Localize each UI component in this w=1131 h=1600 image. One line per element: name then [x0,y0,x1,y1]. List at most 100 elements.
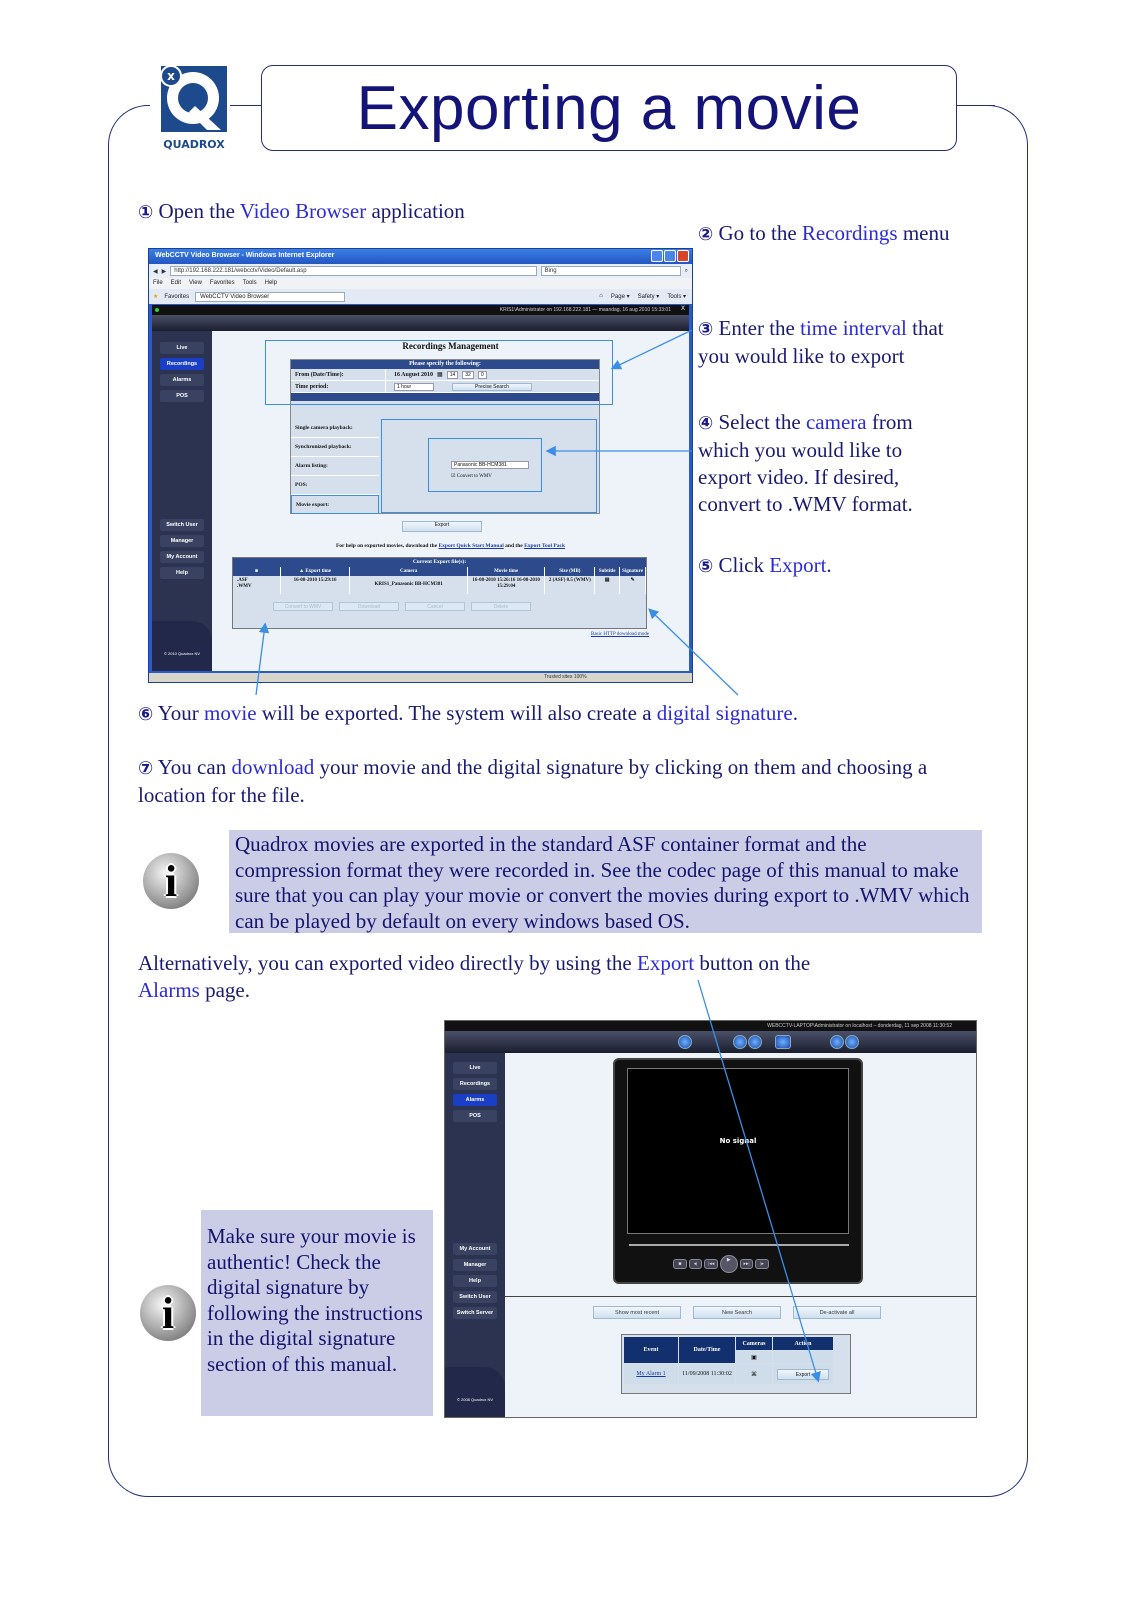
low-quality-icon[interactable] [830,1035,844,1049]
camera-icon[interactable]: ⌘ [736,1364,772,1384]
option-pos[interactable]: POS: [291,476,379,495]
option-movie-export[interactable]: Movie export: [291,495,379,514]
new-search-button[interactable]: New Search [693,1306,781,1319]
player-controls: ■ ◂| |◂◂ ▶ ▸▸| |▸ [673,1255,770,1273]
sidebar-item-alarms[interactable]: Alarms [453,1094,497,1106]
camera-icon[interactable]: ▣ [736,1351,772,1363]
option-single[interactable]: Single camera playback: [291,419,379,438]
zoom-in-icon[interactable] [748,1035,762,1049]
menu-view[interactable]: View [189,280,202,287]
search-field[interactable]: Bing [540,266,681,276]
quick-start-link[interactable]: Export Quick Start Manual [439,543,504,549]
alarm-link[interactable]: My Alarm 1 [624,1364,678,1384]
option-alarm-listing[interactable]: Alarm listing: [291,457,379,476]
high-quality-icon[interactable] [845,1035,859,1049]
export-help-text: For help on exported movies, download th… [335,543,566,549]
step-forward-icon[interactable]: |▸ [755,1259,770,1269]
fit-icon[interactable] [775,1035,791,1049]
convert-wmv-checkbox[interactable]: ☑ Convert to WMV [451,473,492,479]
menu-favorites[interactable]: Favorites [210,280,235,287]
alarm-datetime: 11/09/2008 11:30:02 [679,1364,735,1384]
forward-icon[interactable]: ▶ [162,268,167,275]
home-icon[interactable]: ⌂ [599,293,603,300]
sidebar-item-pos[interactable]: POS [453,1110,497,1122]
sidebar-item-live[interactable]: Live [160,342,204,354]
step-1: ① Open the Video Browser application [138,199,465,223]
export-options-panel: Panasonic BB-HCM381 ☑ Convert to WMV [381,419,597,513]
app-close-icon[interactable]: X [681,306,685,312]
tool-pack-link[interactable]: Export Tool Pack [524,543,565,549]
page-menu[interactable]: Page ▾ [611,293,630,300]
svg-text:x: x [167,69,175,83]
download-button[interactable]: Download [339,602,399,611]
step-4: ④ Select the camera from which you would… [698,410,913,516]
app-statusbar: WEBCCTV-LAPTOP\Administrator on localhos… [445,1021,976,1031]
signature-info-box: Make sure your movie is authentic! Check… [201,1210,433,1416]
signature-icon[interactable]: ✎ [620,576,646,594]
ie-menubar: File Edit View Favorites Tools Help [149,278,692,289]
menu-tools[interactable]: Tools [243,280,257,287]
sidebar-item-switch-user[interactable]: Switch User [160,519,204,531]
sidebar-item-switch-server[interactable]: Switch Server [453,1307,497,1319]
sidebar-item-manager[interactable]: Manager [453,1259,497,1271]
option-synchronized[interactable]: Synchronized playback: [291,438,379,457]
step-back-icon[interactable]: ◂| [688,1259,703,1269]
ie-statusbar: Trusted sites 100% [149,673,692,682]
ie-address-bar: ◀ ▶ http://192.168.222.181/webcctv/Video/… [149,264,692,278]
play-icon[interactable]: ▶ [720,1255,738,1273]
fast-forward-icon[interactable]: ▸▸| [739,1259,754,1269]
sidebar-item-my-account[interactable]: My Account [453,1243,497,1255]
maximize-icon[interactable] [664,250,676,262]
export-button[interactable]: Export [402,521,482,532]
favorites-button[interactable]: Favorites [164,294,189,300]
info-icon: i [143,853,199,909]
page-title: Exporting a movie [356,73,862,143]
sidebar-item-my-account[interactable]: My Account [160,551,204,563]
sidebar-item-help[interactable]: Help [160,567,204,579]
sidebar-item-live[interactable]: Live [453,1062,497,1074]
alarm-export-button[interactable]: Export [777,1368,829,1380]
show-most-recent-button[interactable]: Show most recent [593,1306,681,1319]
video-browser-screenshot: WebCCTV Video Browser - Windows Internet… [148,248,693,683]
menu-edit[interactable]: Edit [171,280,181,287]
back-icon[interactable]: ◀ [153,268,158,275]
safety-menu[interactable]: Safety ▾ [638,293,660,300]
snapshot-icon[interactable] [678,1035,692,1049]
seek-bar[interactable] [629,1244,849,1246]
app-sidebar: Live Recordings Alarms POS Switch User M… [152,331,212,671]
minimize-icon[interactable] [651,250,663,262]
ie-favorites-bar: ★ Favorites WebCCTV Video Browser ⌂ Page… [149,289,692,304]
stop-icon[interactable]: ■ [673,1259,687,1269]
deactivate-all-button[interactable]: De-activate all [793,1306,881,1319]
basic-http-link[interactable]: Basic HTTP download mode [591,632,649,637]
close-icon[interactable] [677,250,689,262]
app-toolbar [445,1031,976,1053]
sidebar-item-recordings[interactable]: Recordings [160,358,204,370]
time-interval-highlight [265,340,613,405]
convert-wmv-button[interactable]: Convert to WMV [273,602,333,611]
zoom-out-icon[interactable] [733,1035,747,1049]
rewind-icon[interactable]: |◂◂ [704,1259,719,1269]
sidebar-logo: © 2008 Quadrox NV [445,1367,505,1417]
sidebar-item-recordings[interactable]: Recordings [453,1078,497,1090]
sidebar-item-pos[interactable]: POS [160,390,204,402]
search-icon[interactable]: ⌕ [685,268,688,275]
url-field[interactable]: http://192.168.222.181/webcctv/Video/Def… [170,266,537,276]
sidebar-item-alarms[interactable]: Alarms [160,374,204,386]
browser-tab[interactable]: WebCCTV Video Browser [195,291,346,302]
delete-button[interactable]: Delete [471,602,531,611]
menu-file[interactable]: File [153,280,163,287]
file-type-checkboxes[interactable]: .ASF .WMV [233,576,281,594]
sidebar-item-manager[interactable]: Manager [160,535,204,547]
select-all-checkbox[interactable]: ■ [233,567,281,576]
sidebar-item-switch-user[interactable]: Switch User [453,1291,497,1303]
tools-menu[interactable]: Tools ▾ [667,293,686,300]
sidebar-item-help[interactable]: Help [453,1275,497,1287]
subtitle-icon[interactable]: ▤ [595,576,621,594]
camera-select[interactable]: Panasonic BB-HCM381 [451,461,529,469]
col-cameras: Cameras [736,1337,772,1350]
cancel-button[interactable]: Cancel [405,602,465,611]
col-export-time[interactable]: ▲ Export time [280,567,351,576]
camera-highlight: Panasonic BB-HCM381 ☑ Convert to WMV [428,438,542,492]
menu-help[interactable]: Help [265,280,277,287]
